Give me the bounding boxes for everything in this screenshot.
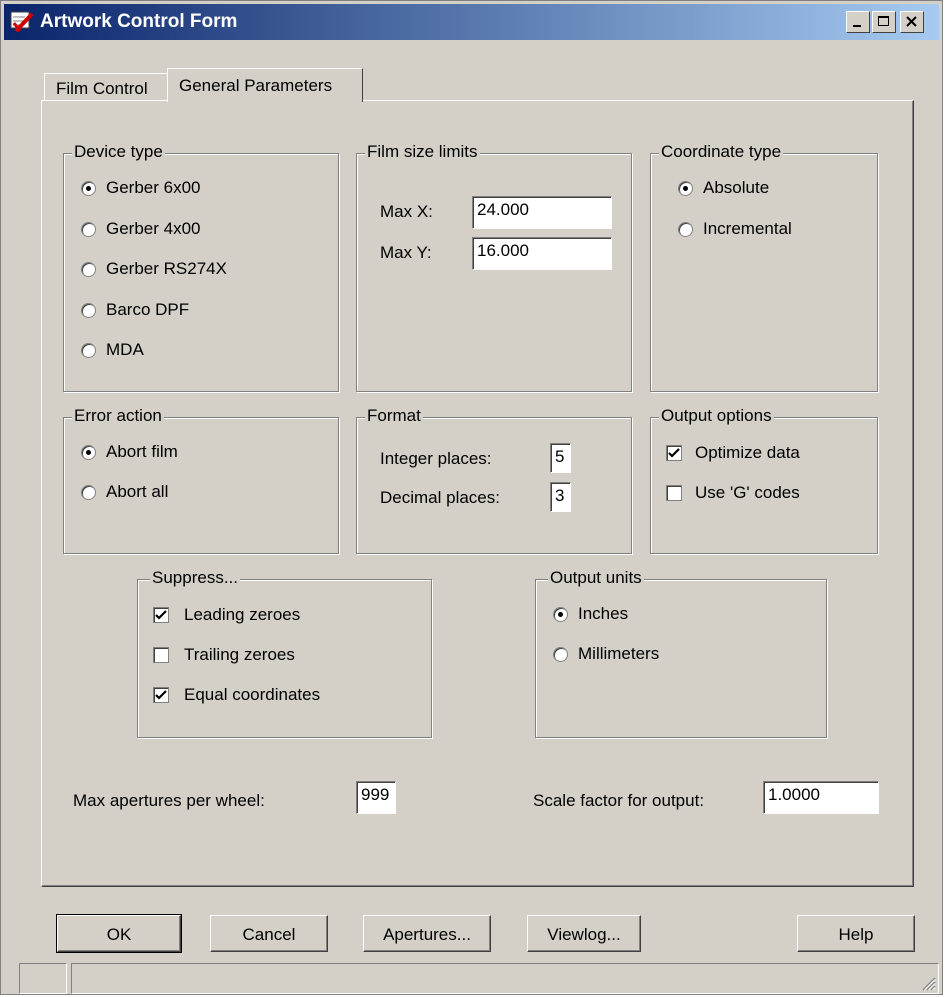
max-apertures-input[interactable]: 999 — [356, 781, 396, 814]
radio-inches-label: Inches — [578, 604, 629, 623]
max-x-label: Max X: — [380, 202, 433, 221]
max-y-label: Max Y: — [380, 243, 432, 262]
checkbox-leading-zeroes[interactable] — [153, 607, 169, 623]
ok-button[interactable]: OK — [56, 914, 182, 953]
scale-factor-input[interactable]: 1.0000 — [763, 781, 879, 814]
output-options-group: Output options Optimize data Use 'G' cod… — [650, 406, 878, 554]
output-units-legend: Output units — [548, 568, 644, 588]
cancel-button[interactable]: Cancel — [210, 915, 328, 952]
radio-millimeters-label: Millimeters — [578, 644, 660, 663]
radio-gerber-4x00[interactable] — [81, 222, 96, 237]
tab-film-control[interactable]: Film Control — [44, 73, 168, 101]
radio-incremental[interactable] — [678, 222, 693, 237]
checkmark-icon — [155, 690, 167, 700]
maximize-button[interactable] — [872, 11, 896, 33]
radio-inches[interactable] — [553, 607, 568, 622]
minimize-icon — [853, 25, 861, 27]
window-title: Artwork Control Form — [40, 11, 238, 32]
viewlog-button-label: Viewlog... — [547, 925, 621, 944]
title-bar[interactable]: Artwork Control Form — [4, 4, 939, 40]
radio-millimeters[interactable] — [553, 647, 568, 662]
max-apertures-label: Max apertures per wheel: — [73, 791, 265, 810]
radio-barco-dpf[interactable] — [81, 303, 96, 318]
radio-absolute-label: Absolute — [703, 178, 770, 197]
suppress-legend: Suppress... — [150, 568, 240, 588]
checkmark-icon — [668, 448, 680, 458]
max-x-input[interactable]: 24.000 — [472, 196, 612, 229]
film-size-limits-group: Film size limits Max X: 24.000 Max Y: 16… — [356, 142, 632, 392]
resize-grip-icon[interactable] — [920, 975, 936, 991]
device-type-group: Device type Gerber 6x00 Gerber 4x00 Gerb… — [63, 142, 339, 392]
radio-barco-dpf-label: Barco DPF — [106, 300, 190, 319]
radio-gerber-6x00-label: Gerber 6x00 — [106, 178, 201, 197]
checkbox-equal-coordinates[interactable] — [153, 687, 169, 703]
decimal-places-input[interactable]: 3 — [550, 482, 571, 512]
max-y-input[interactable]: 16.000 — [472, 237, 612, 270]
radio-mda-label: MDA — [106, 340, 144, 359]
radio-abort-film[interactable] — [81, 445, 96, 460]
tab-film-control-label: Film Control — [56, 79, 148, 98]
integer-places-input[interactable]: 5 — [550, 443, 571, 473]
checkbox-trailing-zeroes-label: Trailing zeroes — [184, 645, 295, 664]
checkbox-leading-zeroes-label: Leading zeroes — [184, 605, 301, 624]
coordinate-type-legend: Coordinate type — [659, 142, 784, 162]
radio-incremental-label: Incremental — [703, 219, 792, 238]
radio-gerber-4x00-label: Gerber 4x00 — [106, 219, 201, 238]
apertures-button-label: Apertures... — [383, 925, 471, 944]
suppress-group: Suppress... Leading zeroes Trailing zero… — [137, 568, 432, 738]
maximize-icon — [878, 16, 889, 26]
integer-places-label: Integer places: — [380, 449, 492, 468]
checkbox-optimize-data[interactable] — [666, 445, 682, 461]
decimal-places-label: Decimal places: — [380, 488, 500, 507]
status-pane-main — [71, 963, 939, 994]
device-type-legend: Device type — [72, 142, 165, 162]
app-icon — [10, 11, 34, 33]
output-options-legend: Output options — [659, 406, 774, 426]
output-units-group: Output units Inches Millimeters — [535, 568, 827, 738]
radio-abort-all[interactable] — [81, 485, 96, 500]
general-parameters-panel: Device type Gerber 6x00 Gerber 4x00 Gerb… — [41, 100, 914, 887]
status-pane-left — [19, 963, 67, 994]
checkbox-use-g-codes[interactable] — [666, 485, 682, 501]
radio-gerber-rs274x-label: Gerber RS274X — [106, 259, 227, 278]
scale-factor-label: Scale factor for output: — [533, 791, 705, 810]
viewlog-button[interactable]: Viewlog... — [527, 915, 641, 952]
error-action-legend: Error action — [72, 406, 164, 426]
radio-absolute[interactable] — [678, 181, 693, 196]
checkbox-use-g-codes-label: Use 'G' codes — [695, 483, 800, 502]
minimize-button[interactable] — [846, 11, 870, 33]
apertures-button[interactable]: Apertures... — [363, 915, 491, 952]
tab-general-parameters-label: General Parameters — [179, 76, 333, 95]
format-legend: Format — [365, 406, 423, 426]
film-size-legend: Film size limits — [365, 142, 480, 162]
help-button[interactable]: Help — [797, 915, 915, 952]
ok-button-label: OK — [106, 925, 132, 944]
radio-abort-all-label: Abort all — [106, 482, 169, 501]
radio-abort-film-label: Abort film — [106, 442, 178, 461]
checkbox-trailing-zeroes[interactable] — [153, 647, 169, 663]
checkbox-optimize-data-label: Optimize data — [695, 443, 800, 462]
radio-gerber-rs274x[interactable] — [81, 262, 96, 277]
checkmark-icon — [155, 610, 167, 620]
coordinate-type-group: Coordinate type Absolute Incremental — [650, 142, 878, 392]
checkbox-equal-coordinates-label: Equal coordinates — [184, 685, 321, 704]
artwork-control-window: Artwork Control Form Film Control Device… — [0, 0, 943, 995]
radio-gerber-6x00[interactable] — [81, 181, 96, 196]
radio-mda[interactable] — [81, 343, 96, 358]
cancel-button-label: Cancel — [242, 925, 296, 944]
help-button-label: Help — [838, 925, 874, 944]
tab-general-parameters[interactable]: General Parameters — [167, 68, 363, 102]
error-action-group: Error action Abort film Abort all — [63, 406, 339, 554]
close-button[interactable] — [900, 11, 924, 33]
close-icon — [906, 16, 917, 27]
format-group: Format Integer places: 5 Decimal places:… — [356, 406, 632, 554]
